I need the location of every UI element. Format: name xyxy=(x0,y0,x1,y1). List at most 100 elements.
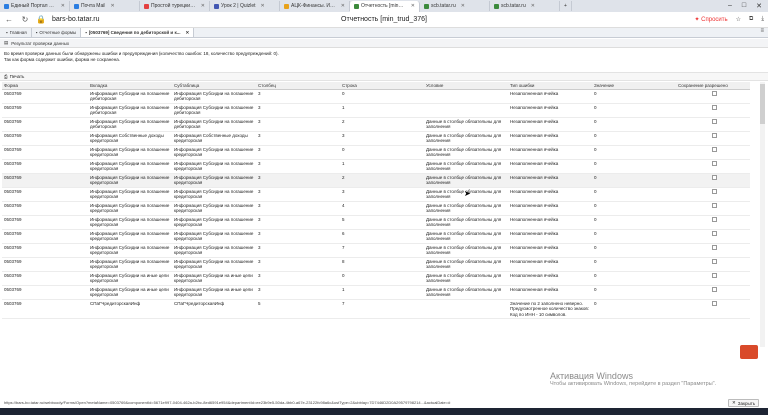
app-tab[interactable]: ▪ Главная xyxy=(2,28,32,37)
table-row[interactable]: 0503769 Информация Субсидии на погашение … xyxy=(2,89,750,104)
close-tab-icon[interactable]: ✕ xyxy=(261,3,265,9)
column-header[interactable]: Вкладка xyxy=(88,82,172,90)
cell-cond: Данные в столбце обязательны для заполне… xyxy=(424,285,508,300)
cell-value: 0 xyxy=(592,257,676,272)
table-row[interactable]: 0503769 Информация Субсидии на погашение … xyxy=(2,201,750,216)
table-row[interactable]: 0503769 Информация Субсидии на погашение … xyxy=(2,117,750,132)
browser-tab[interactable]: Простой турецкий для ✕ xyxy=(140,1,210,11)
save-allowed-checkbox[interactable] xyxy=(712,272,717,278)
save-allowed-checkbox[interactable] xyxy=(712,146,717,152)
column-header[interactable]: Сохранение разрешено xyxy=(676,82,750,90)
browser-tab[interactable]: Отчетность [min_trud_ ✕ xyxy=(350,0,420,12)
save-allowed-checkbox[interactable] xyxy=(712,118,717,124)
app-tab[interactable]: ▪ Отчетные формы xyxy=(32,28,82,37)
cell-tab: Информация Субсидии на погашение кредито… xyxy=(88,243,172,258)
save-allowed-checkbox[interactable] xyxy=(712,90,717,96)
table-row[interactable]: 0503769 Информация Субсидии на погашение … xyxy=(2,103,750,118)
cell-col: 3 xyxy=(256,215,340,230)
cell-col: 3 xyxy=(256,117,340,132)
app-tab[interactable]: ▪ [0503769] Сведения по дебиторской и к..… xyxy=(81,28,195,37)
close-tab-icon[interactable]: ✕ xyxy=(461,3,465,9)
window-controls: – □ ✕ xyxy=(728,2,768,10)
cell-save-allowed xyxy=(676,285,750,300)
column-header[interactable]: Условие xyxy=(424,82,508,90)
save-allowed-checkbox[interactable] xyxy=(712,202,717,208)
cell-save-allowed xyxy=(676,159,750,174)
close-tab-icon[interactable]: ✕ xyxy=(411,3,415,9)
table-row[interactable]: 0503769 Информация Субсидии на погашение … xyxy=(2,229,750,244)
print-icon[interactable]: ⎙ xyxy=(4,74,8,79)
table-row[interactable]: 0503769 СПаГЧредиторскаяИнф СПаГЧредиторск… xyxy=(2,299,750,319)
errors-table: Форма Вкладка Субтаблица Столбец Строка Услов… xyxy=(2,82,750,319)
cell-type: Незаполненная ячейка xyxy=(508,257,592,272)
menu-icon[interactable]: ≡ xyxy=(756,28,768,37)
close-tab-icon[interactable]: ✕ xyxy=(201,3,205,9)
browser-tab[interactable]: scb.tatar.ru ✕ xyxy=(490,1,560,11)
browser-tab[interactable]: Урок 2 | Quizlet ✕ xyxy=(210,1,280,11)
table-row[interactable]: 0503769 Информация Субсидии на погашение … xyxy=(2,145,750,160)
app-shortcut-icon[interactable] xyxy=(740,345,758,359)
close-tab-icon[interactable]: ✕ xyxy=(110,3,114,9)
browser-tab[interactable]: АЦК-Финансы. Интерн ✕ xyxy=(280,1,350,11)
save-allowed-checkbox[interactable] xyxy=(712,104,717,110)
column-header[interactable]: Тип ошибки xyxy=(508,82,592,90)
cell-type: Незаполненная ячейка xyxy=(508,145,592,160)
table-row[interactable]: 0503769 Информация Субсидии на погашение … xyxy=(2,173,750,188)
grid-scrollbar[interactable] xyxy=(760,82,765,347)
cell-cond xyxy=(424,299,508,319)
maximize-button[interactable]: □ xyxy=(742,2,746,10)
browser-tab[interactable]: Единый Портал организ ✕ xyxy=(0,1,70,11)
browser-tab[interactable]: scb.tatar.ru ✕ xyxy=(420,1,490,11)
table-row[interactable]: 0503769 Информация Субсидии на погашение … xyxy=(2,187,750,202)
save-allowed-checkbox[interactable] xyxy=(712,160,717,166)
column-header[interactable]: Субтаблица xyxy=(172,82,256,90)
save-allowed-checkbox[interactable] xyxy=(712,286,717,292)
column-header[interactable]: Форма xyxy=(2,82,88,90)
cell-col: 3 xyxy=(256,271,340,286)
save-allowed-checkbox[interactable] xyxy=(712,258,717,264)
table-row[interactable]: 0503769 Информация Субсидии на иные цели … xyxy=(2,271,750,286)
table-row[interactable]: 0503769 Информация Субсидии на погашение … xyxy=(2,159,750,174)
cell-row: 5 xyxy=(340,215,424,230)
table-row[interactable]: 0503769 Информация Субсидии на иные цели … xyxy=(2,285,750,300)
cell-col: 3 xyxy=(256,89,340,104)
column-header[interactable]: Столбец xyxy=(256,82,340,90)
close-label: Закрыть xyxy=(737,400,756,406)
save-allowed-checkbox[interactable] xyxy=(712,174,717,180)
print-button[interactable]: Печать xyxy=(10,74,25,79)
scrollbar-thumb[interactable] xyxy=(760,84,765,124)
column-header[interactable]: Строка xyxy=(340,82,424,90)
close-tab-icon[interactable]: ✕ xyxy=(531,3,535,9)
minimize-button[interactable]: – xyxy=(728,2,732,10)
close-tab-icon[interactable]: ✕ xyxy=(341,3,345,9)
new-tab-button[interactable]: + xyxy=(560,1,572,11)
save-allowed-checkbox[interactable] xyxy=(712,216,717,222)
close-window-button[interactable]: ✕ xyxy=(756,2,762,10)
cell-row: 2 xyxy=(340,117,424,132)
table-row[interactable]: 0503769 Информация Субсидии на погашение … xyxy=(2,243,750,258)
browser-tab[interactable]: Почта Mail ✕ xyxy=(70,1,140,11)
table-header-row: Форма Вкладка Субтаблица Столбец Строка Услов… xyxy=(2,82,750,90)
cell-type: Незаполненная ячейка xyxy=(508,159,592,174)
close-app-tab-icon[interactable]: ✕ xyxy=(185,30,189,36)
save-allowed-checkbox[interactable] xyxy=(712,132,717,138)
cell-save-allowed xyxy=(676,145,750,160)
save-allowed-checkbox[interactable] xyxy=(712,244,717,250)
table-row[interactable]: 0503769 Информация Субсидии на погашение … xyxy=(2,257,750,272)
cell-cond: Данные в столбце обязательны для заполне… xyxy=(424,159,508,174)
column-header[interactable]: Значение xyxy=(592,82,676,90)
table-row[interactable]: 0503769 Информация Собственные доходы кре… xyxy=(2,131,750,146)
cell-cond: Данные в столбце обязательны для заполне… xyxy=(424,243,508,258)
cell-cond: Данные в столбце обязательны для заполне… xyxy=(424,229,508,244)
cell-tab: Информация Субсидии на иные цели кредито… xyxy=(88,285,172,300)
cell-col: 3 xyxy=(256,187,340,202)
table-row[interactable]: 0503769 Информация Субсидии на погашение … xyxy=(2,215,750,230)
save-allowed-checkbox[interactable] xyxy=(712,300,717,306)
save-allowed-checkbox[interactable] xyxy=(712,188,717,194)
close-tab-icon[interactable]: ✕ xyxy=(61,3,65,9)
cell-form: 0503769 xyxy=(2,229,88,244)
save-allowed-checkbox[interactable] xyxy=(712,230,717,236)
cell-sub: Информация Субсидии на погашение кредито… xyxy=(172,187,256,202)
close-dialog-button[interactable]: ✕ Закрыть xyxy=(728,399,760,407)
app-tab-icon: ▪ xyxy=(35,30,38,35)
